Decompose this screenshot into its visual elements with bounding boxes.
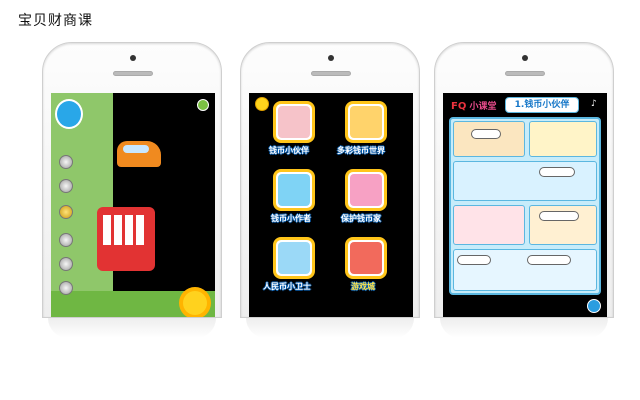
comic-screen: FQ 小课堂 1.钱币小伙伴 ♪ xyxy=(443,93,607,317)
game-screen[interactable] xyxy=(51,93,215,317)
coin-icon[interactable] xyxy=(59,281,73,295)
tile-label: 多彩钱币世界 xyxy=(337,146,385,155)
coin-icon[interactable] xyxy=(59,179,73,193)
coin-icon[interactable] xyxy=(59,155,73,169)
mascot-icon xyxy=(55,99,83,129)
tile-label: 保护钱币家 xyxy=(341,214,381,223)
logo-text: 小课堂 xyxy=(469,102,497,112)
front-camera xyxy=(522,55,528,61)
coin-icon[interactable] xyxy=(59,233,73,247)
next-page-icon[interactable] xyxy=(587,299,601,313)
speech-bubble xyxy=(471,129,501,139)
tile-label: 人民币小卫士 xyxy=(263,282,311,291)
speaker-grille xyxy=(113,71,153,76)
coin-icon[interactable] xyxy=(59,257,73,271)
front-camera xyxy=(130,55,136,61)
back-icon[interactable] xyxy=(255,97,269,111)
tile-label: 游戏城 xyxy=(351,282,375,291)
page-title: 宝贝财商课 xyxy=(18,13,93,29)
tile-game-city[interactable] xyxy=(345,237,387,279)
phone-2: 钱币小伙伴 多彩钱币世界 钱币小作者 保护钱币家 人民币小卫士 游戏城 xyxy=(240,42,420,318)
speaker-grille xyxy=(311,71,351,76)
speech-bubble xyxy=(527,255,571,265)
comic-frame xyxy=(453,121,525,157)
coin-icon[interactable] xyxy=(59,205,73,219)
speech-bubble xyxy=(539,211,579,221)
tile-label: 钱币小伙伴 xyxy=(269,146,309,155)
comic-frame xyxy=(453,205,525,245)
tile-coin-author[interactable] xyxy=(273,169,315,211)
car-icon xyxy=(117,141,161,167)
phone-3: FQ 小课堂 1.钱币小伙伴 ♪ xyxy=(434,42,614,318)
tile-coin-friends[interactable] xyxy=(273,101,315,143)
music-icon[interactable]: ♪ xyxy=(591,99,601,109)
sun-icon xyxy=(183,291,207,315)
tile-label: 钱币小作者 xyxy=(271,214,311,223)
front-camera xyxy=(328,55,334,61)
phone-1 xyxy=(42,42,222,318)
phone-reflection xyxy=(48,318,216,338)
speech-bubble xyxy=(539,167,575,177)
tile-rmb-guard[interactable] xyxy=(273,237,315,279)
logo-fq: FQ xyxy=(451,101,467,112)
app-logo: FQ 小课堂 xyxy=(451,99,497,112)
menu-screen: 钱币小伙伴 多彩钱币世界 钱币小作者 保护钱币家 人民币小卫士 游戏城 xyxy=(249,93,413,317)
comic-frame xyxy=(453,161,597,201)
tile-protect-coins[interactable] xyxy=(345,169,387,211)
lesson-title: 1.钱币小伙伴 xyxy=(505,97,579,113)
speech-bubble xyxy=(457,255,491,265)
back-icon[interactable] xyxy=(197,99,209,111)
comic-frame xyxy=(529,121,597,157)
tile-colorful-coins[interactable] xyxy=(345,101,387,143)
speaker-grille xyxy=(505,71,545,76)
bus-icon xyxy=(97,207,155,271)
phone-reflection xyxy=(440,318,608,338)
phone-reflection xyxy=(246,318,414,338)
